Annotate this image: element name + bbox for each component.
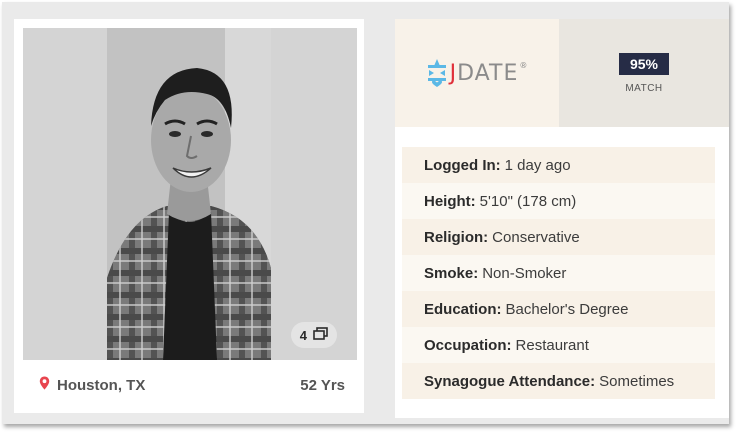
profile-photo-illustration (107, 28, 271, 360)
detail-value: Non-Smoker (482, 264, 567, 282)
brand-name-rest: DATE (457, 60, 519, 86)
match-percent-badge: 95% (618, 52, 670, 75)
detail-row-smoke: Smoke: Non-Smoker (402, 255, 715, 291)
detail-value: 1 day ago (504, 156, 571, 174)
info-panel: JDATE® 95% MATCH Logged In: 1 day ago He… (395, 19, 729, 418)
match-label: MATCH (625, 82, 663, 94)
detail-row-synagogue-attendance: Synagogue Attendance: Sometimes (402, 363, 715, 399)
brand-name: JDATE® (450, 61, 529, 86)
detail-label: Education: (424, 300, 502, 318)
detail-label: Logged In: (424, 156, 501, 174)
detail-label: Religion: (424, 228, 489, 246)
profile-photo[interactable] (107, 28, 271, 360)
profile-photo-area[interactable]: 4 (23, 28, 357, 360)
star-of-david-icon (426, 58, 448, 88)
brand-logo: JDATE® (426, 58, 529, 88)
detail-row-logged-in: Logged In: 1 day ago (402, 147, 715, 183)
detail-label: Synagogue Attendance: (424, 372, 596, 390)
brand-name-j: J (449, 60, 458, 86)
age-text: 52 Yrs (300, 376, 345, 394)
info-header: JDATE® 95% MATCH (395, 19, 729, 127)
brand-logo-box: JDATE® (395, 19, 559, 127)
match-box: 95% MATCH (559, 19, 729, 127)
photo-stack-icon (313, 327, 328, 343)
profile-details-list: Logged In: 1 day ago Height: 5'10" (178 … (402, 147, 715, 399)
detail-label: Smoke: (424, 264, 479, 282)
profile-card[interactable]: 4 Houston, TX 52 Yrs (14, 19, 364, 413)
detail-row-education: Education: Bachelor's Degree (402, 291, 715, 327)
detail-value: Restaurant (515, 336, 589, 354)
map-pin-icon (39, 376, 50, 395)
detail-row-occupation: Occupation: Restaurant (402, 327, 715, 363)
detail-value: Sometimes (599, 372, 675, 390)
detail-label: Occupation: (424, 336, 512, 354)
detail-row-religion: Religion: Conservative (402, 219, 715, 255)
detail-row-height: Height: 5'10" (178 cm) (402, 183, 715, 219)
profile-footer: Houston, TX 52 Yrs (23, 360, 357, 410)
photo-count-text: 4 (299, 327, 307, 343)
location-text: Houston, TX (57, 376, 146, 394)
location: Houston, TX (39, 376, 145, 395)
photo-count-button[interactable]: 4 (290, 322, 337, 348)
brand-registered-mark: ® (519, 60, 529, 70)
detail-value: Conservative (492, 228, 580, 246)
detail-label: Height: (424, 192, 476, 210)
detail-value: Bachelor's Degree (505, 300, 629, 318)
screenshot-frame: 4 Houston, TX 52 Yrs JDATE® 95% MATCH Lo… (2, 2, 729, 424)
detail-value: 5'10" (178 cm) (479, 192, 577, 210)
